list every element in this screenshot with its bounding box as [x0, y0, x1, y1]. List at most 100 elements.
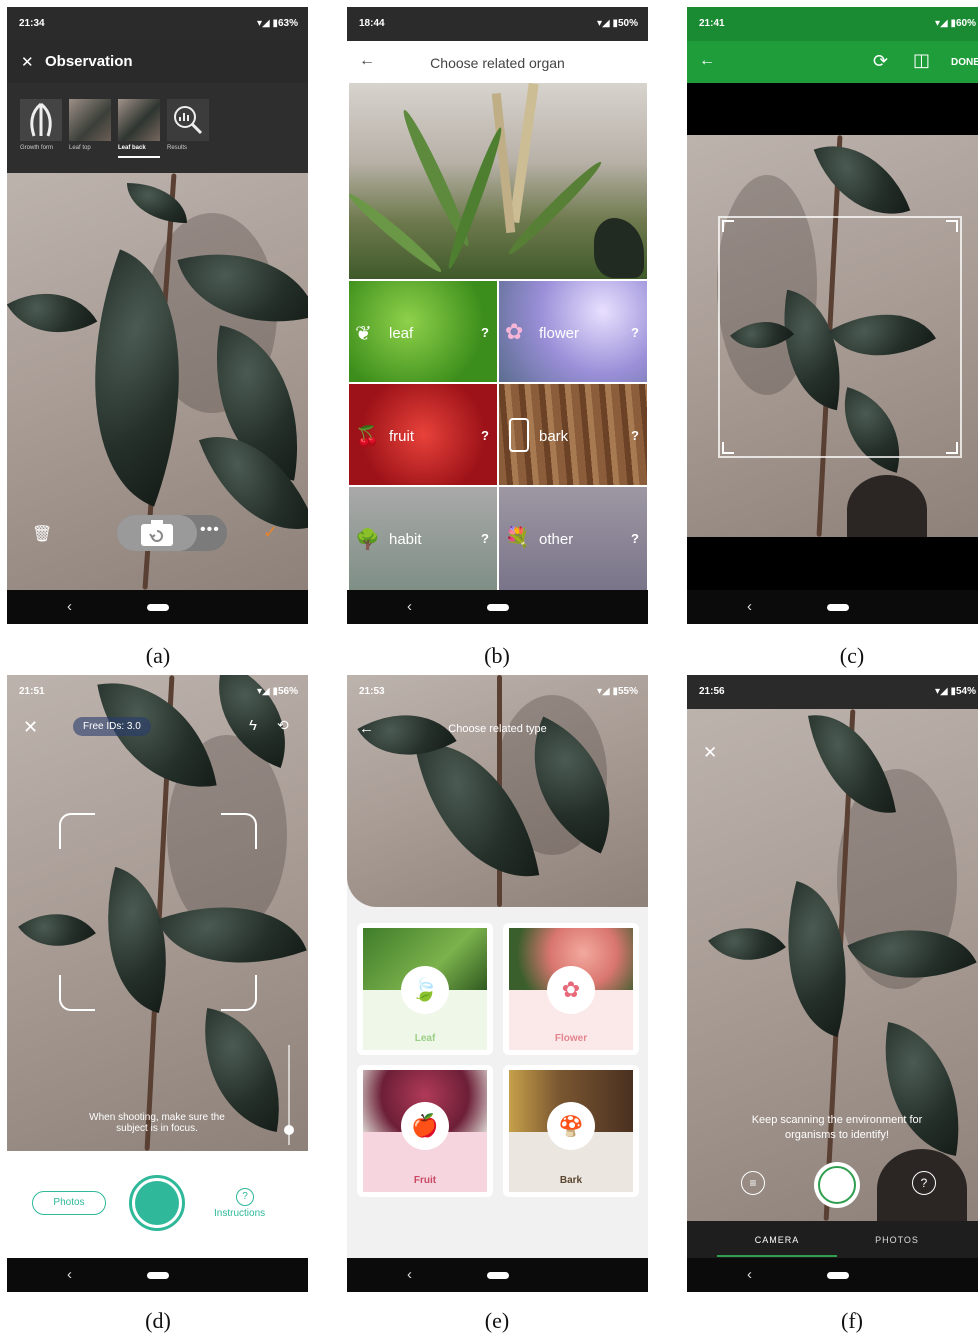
capture-button[interactable]: ••• — [117, 515, 227, 551]
type-card-fruit[interactable]: 🍎 Fruit — [357, 1065, 493, 1197]
tab-growth-form[interactable]: Growth form — [20, 99, 66, 151]
fruit-badge-icon: 🍎 — [401, 1102, 449, 1150]
status-battery: ▾◢ ▮55% — [596, 686, 638, 697]
type-grid: 🍃 Leaf ✿ Flower 🍎 Fruit 🍄 Bark — [357, 923, 639, 1203]
organ-tile-habit[interactable]: 🌳 habit ? — [349, 487, 497, 590]
tree-icon: 🌳 — [355, 529, 380, 551]
system-nav-bar: ‹ — [347, 590, 648, 624]
trash-icon[interactable]: 🗑 — [32, 524, 52, 544]
organ-tile-other[interactable]: 💐 other ? — [499, 487, 647, 590]
crop-corner-handle[interactable] — [722, 442, 734, 454]
organ-tile-fruit[interactable]: 🍒 fruit ? — [349, 384, 497, 485]
status-bar: 18:44 ▾◢ ▮50% — [347, 7, 648, 41]
rotate-icon[interactable]: ⟳ — [873, 51, 888, 72]
nav-back-icon[interactable]: ‹ — [67, 1266, 72, 1283]
crop-corner-handle[interactable] — [946, 220, 958, 232]
crop-corner-handle[interactable] — [946, 442, 958, 454]
nav-back-icon[interactable]: ‹ — [67, 598, 72, 615]
mode-tabs: CAMERA PHOTOS — [687, 1221, 978, 1258]
close-icon[interactable]: ✕ — [703, 743, 717, 763]
caption-f: (f) — [841, 1308, 863, 1333]
help-icon[interactable]: ? — [481, 325, 489, 340]
active-tab-indicator — [717, 1255, 837, 1257]
captured-photo — [347, 675, 648, 907]
crop-frame[interactable] — [718, 216, 962, 458]
type-card-bark[interactable]: 🍄 Bark — [503, 1065, 639, 1197]
flip-icon[interactable]: ◫ — [913, 50, 930, 71]
help-icon[interactable]: ? — [631, 531, 639, 546]
phone-f-screen: 21:56 ▾◢ ▮54% ✕ Keep scanning the enviro… — [687, 675, 978, 1292]
zoom-slider-thumb[interactable] — [284, 1125, 294, 1135]
help-circle-icon[interactable]: ? — [236, 1188, 254, 1206]
tab-leaf-back[interactable]: Leaf back — [118, 99, 162, 158]
phone-c-screen: 21:41 ▾◢ ▮60% ← ⟳ ◫ DONE ‹ — [687, 7, 978, 624]
type-card-leaf[interactable]: 🍃 Leaf — [357, 923, 493, 1055]
focus-frame — [59, 813, 257, 1011]
help-circle-icon[interactable]: ? — [912, 1171, 936, 1195]
close-icon[interactable]: ✕ — [23, 717, 38, 738]
tab-results[interactable]: Results — [167, 99, 211, 151]
flash-off-icon[interactable]: ϟ — [249, 717, 257, 734]
nav-home-pill[interactable] — [827, 604, 849, 611]
organ-tabs: Growth form Leaf top Leaf back Results — [7, 83, 308, 173]
nav-home-pill[interactable] — [827, 1272, 849, 1279]
back-arrow-icon[interactable]: ← — [699, 52, 715, 70]
organ-tile-leaf[interactable]: ❦ leaf ? — [349, 281, 497, 382]
done-button[interactable]: DONE — [951, 57, 978, 68]
bouquet-icon: 💐 — [505, 527, 530, 549]
system-nav-bar: ‹ — [7, 1258, 308, 1292]
crop-toolbar: ← ⟳ ◫ DONE — [687, 41, 978, 83]
nav-home-pill[interactable] — [147, 604, 169, 611]
nav-back-icon[interactable]: ‹ — [407, 1266, 412, 1283]
page-title: Choose related organ — [430, 55, 565, 71]
bottom-controls: Photos ? Instructions — [7, 1151, 308, 1258]
cherry-icon: 🍒 — [355, 426, 380, 448]
system-nav-bar: ‹ — [7, 590, 308, 624]
confirm-check-icon[interactable]: ✓ — [263, 522, 278, 543]
help-icon[interactable]: ? — [631, 428, 639, 443]
nav-home-pill[interactable] — [487, 604, 509, 611]
crop-corner-handle[interactable] — [722, 220, 734, 232]
nav-home-pill[interactable] — [487, 1272, 509, 1279]
close-icon[interactable]: ✕ — [21, 53, 34, 71]
nav-back-icon[interactable]: ‹ — [747, 598, 752, 615]
instructions-link[interactable]: Instructions — [214, 1208, 265, 1219]
nav-back-icon[interactable]: ‹ — [407, 598, 412, 615]
organ-tile-flower[interactable]: ✿ flower ? — [499, 281, 647, 382]
leaf-badge-icon: 🍃 — [401, 966, 449, 1014]
help-icon[interactable]: ? — [481, 531, 489, 546]
page-title: Observation — [45, 53, 133, 70]
crop-image — [687, 135, 978, 537]
tab-camera[interactable]: CAMERA — [717, 1235, 837, 1245]
captured-photo — [349, 83, 647, 279]
nav-back-icon[interactable]: ‹ — [747, 1266, 752, 1283]
switch-camera-icon[interactable]: ⟲ — [277, 717, 289, 734]
help-icon[interactable]: ? — [631, 325, 639, 340]
shutter-button[interactable] — [814, 1162, 860, 1208]
focus-hint: When shooting, make sure the subject is … — [89, 1112, 225, 1134]
status-time: 18:44 — [359, 18, 385, 29]
nav-home-pill[interactable] — [147, 1272, 169, 1279]
tab-leaf-top[interactable]: Leaf top — [69, 99, 113, 151]
status-battery: ▾◢ ▮54% — [934, 686, 976, 697]
filter-icon[interactable]: ≡ — [741, 1171, 765, 1195]
status-time: 21:51 — [19, 686, 45, 697]
status-battery: ▾◢ ▮56% — [256, 686, 298, 697]
bark-badge-icon: 🍄 — [547, 1102, 595, 1150]
help-icon[interactable]: ? — [481, 428, 489, 443]
photos-button[interactable]: Photos — [32, 1191, 106, 1215]
type-card-flower[interactable]: ✿ Flower — [503, 923, 639, 1055]
system-nav-bar: ‹ — [347, 1258, 648, 1292]
page-title: Choose related type — [448, 723, 547, 735]
active-tab-indicator — [118, 156, 160, 158]
zoom-slider[interactable] — [284, 1045, 294, 1145]
status-bar: 21:34 ▾◢ ▮63% — [7, 7, 308, 41]
leaf-icon: ❦ — [355, 323, 372, 345]
type-label: Fruit — [413, 1175, 437, 1186]
camera-preview — [687, 709, 978, 1221]
tab-photos[interactable]: PHOTOS — [837, 1235, 957, 1245]
shutter-button[interactable] — [129, 1175, 185, 1231]
organ-tile-bark[interactable]: bark ? — [499, 384, 647, 485]
more-icon[interactable]: ••• — [200, 521, 220, 539]
organ-label: fruit — [389, 428, 415, 445]
